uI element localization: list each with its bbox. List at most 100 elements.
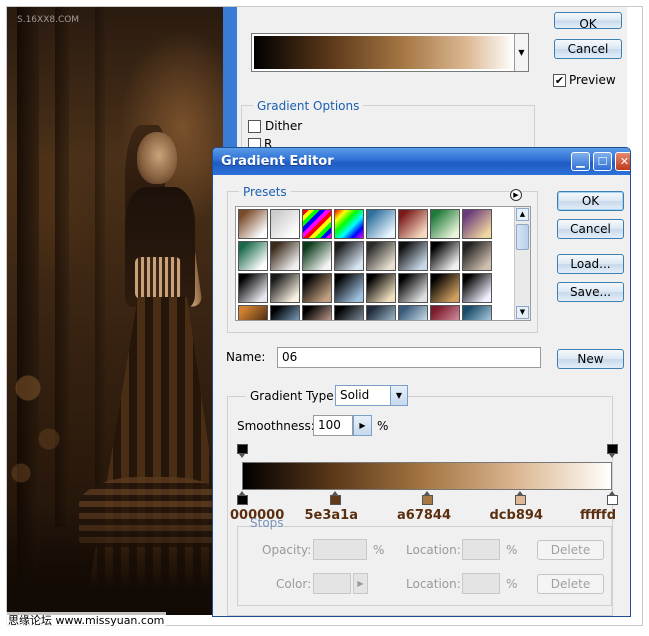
minimize-icon[interactable]: ▁	[571, 152, 590, 171]
close-icon[interactable]: ✕	[615, 152, 630, 171]
stop-hex-label: a67844	[397, 508, 451, 523]
preset-swatch[interactable]	[462, 241, 492, 271]
ok-button[interactable]: OK	[557, 191, 624, 211]
gradient-type-select[interactable]: Solid ▼	[335, 385, 408, 406]
gradient-bar[interactable]	[242, 462, 612, 490]
dither-checkbox[interactable]	[248, 119, 261, 133]
preset-swatch[interactable]	[270, 241, 300, 271]
opacity-stop[interactable]	[607, 444, 618, 458]
scroll-down-icon[interactable]: ▼	[516, 306, 529, 319]
preset-swatch[interactable]	[302, 273, 332, 303]
overlay-ok-button[interactable]: OK	[554, 12, 622, 31]
smoothness-arrow-icon[interactable]: ▶	[353, 415, 372, 436]
name-label: Name:	[226, 350, 266, 364]
forest-ground	[7, 505, 223, 615]
gradient-type-label: Gradient Type:	[246, 389, 342, 403]
preset-swatch[interactable]	[462, 209, 492, 239]
window-title: Gradient Editor	[221, 154, 334, 169]
preset-swatch[interactable]	[270, 305, 300, 320]
color-menu-arrow-icon[interactable]: ▶	[353, 573, 368, 594]
gradient-preview[interactable]	[254, 36, 514, 69]
foliage	[7, 337, 77, 507]
preset-swatch[interactable]	[430, 305, 460, 320]
color-delete-button[interactable]: Delete	[537, 574, 604, 594]
opacity-stop[interactable]	[237, 444, 248, 458]
color-stop[interactable]	[422, 491, 433, 505]
preset-swatch[interactable]	[238, 241, 268, 271]
opacity-delete-button[interactable]: Delete	[537, 540, 604, 560]
preset-swatch[interactable]	[270, 273, 300, 303]
maximize-icon[interactable]: ☐	[593, 152, 612, 171]
stop-hex-label: dcb894	[489, 508, 543, 523]
preset-swatch[interactable]	[334, 273, 364, 303]
preset-swatch[interactable]	[366, 241, 396, 271]
opacity-location-input[interactable]	[462, 539, 500, 560]
preview-checkbox-row[interactable]: ✔ Preview	[553, 73, 616, 87]
color-stop[interactable]	[514, 491, 526, 505]
preset-swatch[interactable]	[430, 273, 460, 303]
preset-swatch[interactable]	[302, 241, 332, 271]
smoothness-unit: %	[377, 419, 389, 433]
preset-swatch[interactable]	[398, 305, 428, 320]
dialog-edge	[223, 7, 237, 157]
presets-menu-icon[interactable]: ▶	[510, 189, 522, 201]
smoothness-input[interactable]: 100	[313, 415, 353, 436]
tree-trunk	[95, 7, 105, 487]
gradient-options-title: Gradient Options	[253, 99, 364, 113]
preview-checkbox[interactable]: ✔	[553, 73, 566, 87]
presets-list[interactable]: ▲ ▼	[235, 206, 531, 321]
opacity-location-label: Location:	[406, 543, 461, 557]
preset-swatch[interactable]	[430, 241, 460, 271]
preset-swatch[interactable]	[366, 305, 396, 320]
preset-swatch[interactable]	[302, 305, 332, 320]
preset-swatch[interactable]	[462, 305, 492, 320]
scroll-up-icon[interactable]: ▲	[516, 208, 529, 221]
presets-scrollbar[interactable]: ▲ ▼	[514, 207, 530, 320]
preset-swatch[interactable]	[238, 305, 268, 320]
new-button[interactable]: New	[557, 349, 624, 369]
preset-swatch[interactable]	[334, 209, 364, 239]
preset-swatch[interactable]	[366, 273, 396, 303]
color-stop[interactable]	[607, 491, 618, 505]
preset-swatch[interactable]	[238, 273, 268, 303]
preset-swatch[interactable]	[398, 209, 428, 239]
color-stop[interactable]	[237, 491, 248, 505]
opacity-location-unit: %	[506, 543, 518, 557]
preset-swatch[interactable]	[462, 273, 492, 303]
name-input[interactable]: 06	[277, 347, 541, 368]
preset-swatch[interactable]	[398, 241, 428, 271]
title-bar[interactable]: Gradient Editor ▁ ☐ ✕	[213, 148, 630, 175]
stops-group	[237, 526, 612, 606]
preview-label: Preview	[569, 73, 616, 87]
preset-swatch[interactable]	[334, 241, 364, 271]
overlay-cancel-button[interactable]: Cancel	[554, 39, 622, 59]
preset-swatch[interactable]	[238, 209, 268, 239]
color-location-input[interactable]	[462, 573, 500, 594]
stops-title: Stops	[250, 516, 284, 530]
gradient-picker[interactable]: ▼	[251, 33, 529, 72]
save-button[interactable]: Save...	[557, 282, 624, 302]
color-stop[interactable]	[329, 491, 341, 505]
woman-corset	[135, 257, 181, 299]
smoothness-label: Smoothness:	[237, 419, 315, 433]
presets-grid	[238, 209, 513, 320]
cancel-button[interactable]: Cancel	[557, 219, 624, 239]
chevron-down-icon[interactable]: ▼	[390, 386, 407, 405]
chevron-down-icon[interactable]: ▼	[514, 34, 528, 71]
load-button[interactable]: Load...	[557, 254, 624, 274]
preset-swatch[interactable]	[334, 305, 364, 320]
stop-hex-label: 5e3a1a	[304, 508, 359, 523]
preset-swatch[interactable]	[366, 209, 396, 239]
color-swatch-input[interactable]	[313, 573, 351, 594]
dither-label: Dither	[265, 119, 303, 133]
sepia-photo: S.16XX8.COM	[7, 7, 223, 615]
presets-title: Presets	[239, 185, 291, 199]
color-location-unit: %	[506, 577, 518, 591]
scroll-thumb[interactable]	[516, 224, 529, 250]
preset-swatch[interactable]	[302, 209, 332, 239]
opacity-input[interactable]	[313, 539, 367, 560]
preset-swatch[interactable]	[270, 209, 300, 239]
preset-swatch[interactable]	[398, 273, 428, 303]
dither-row[interactable]: Dither	[248, 119, 302, 133]
preset-swatch[interactable]	[430, 209, 460, 239]
